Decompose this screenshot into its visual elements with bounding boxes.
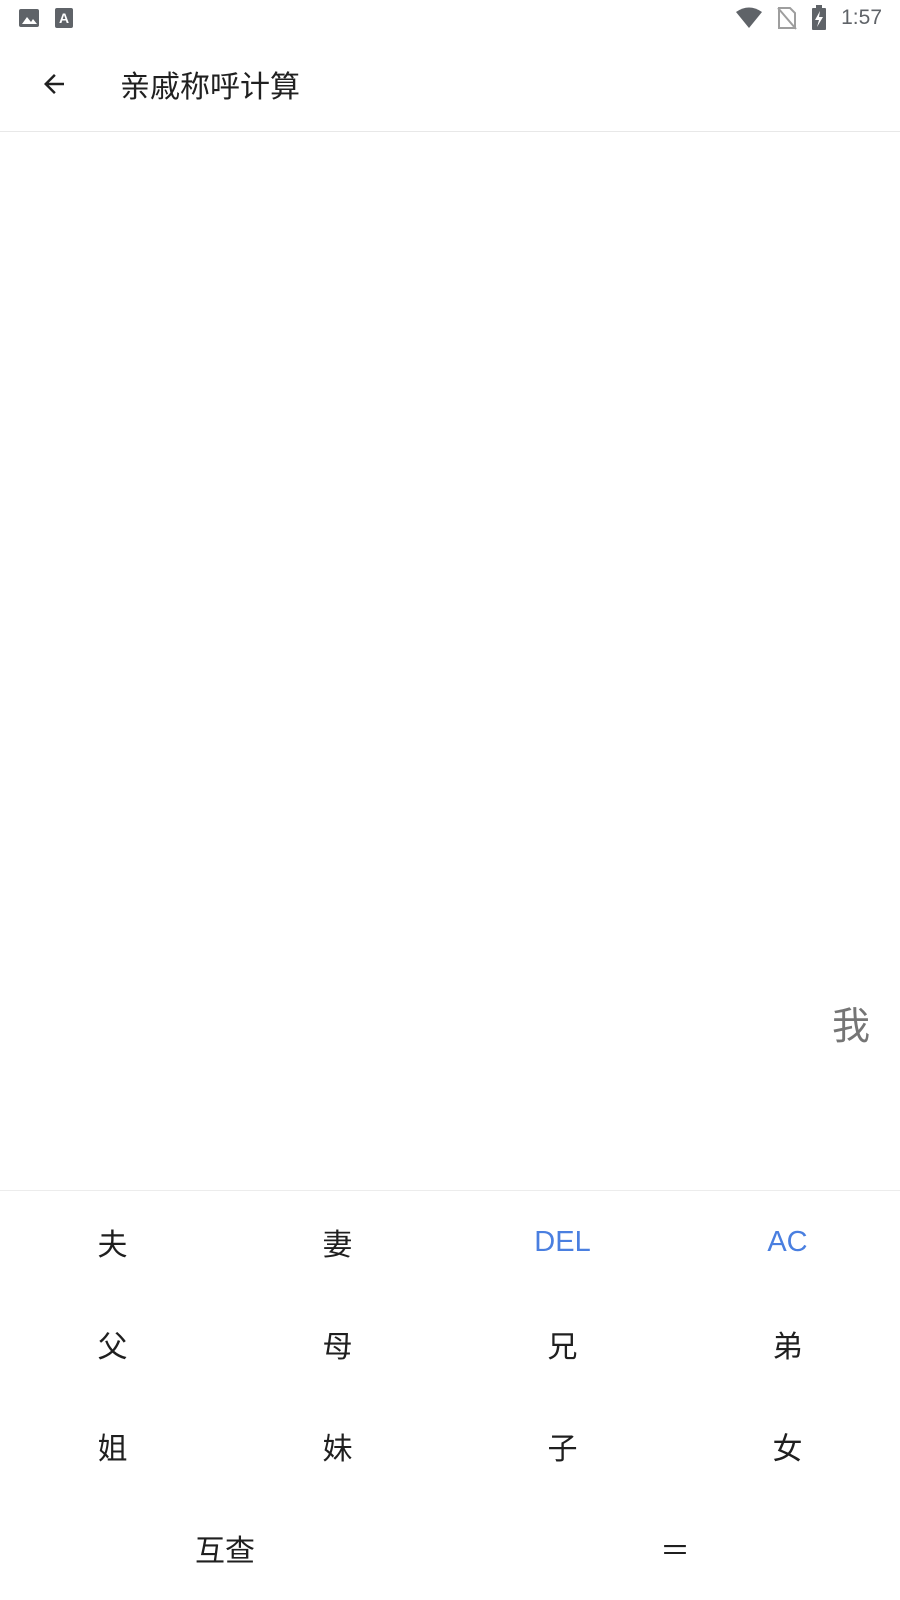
keypad-row-3: 姐 妹 子 女	[0, 1395, 900, 1497]
status-time: 1:57	[841, 6, 882, 29]
key-wife[interactable]: 妻	[225, 1191, 450, 1293]
clear-all-button[interactable]: AC	[675, 1191, 900, 1293]
display-area: 我	[0, 132, 900, 1190]
keypad-row-2: 父 母 兄 弟	[0, 1293, 900, 1395]
arrow-left-icon	[39, 69, 69, 99]
key-elder-sister[interactable]: 姐	[0, 1395, 225, 1497]
keypad-row-1: 夫 妻 DEL AC	[0, 1191, 900, 1293]
screen: A 1:57 亲戚称呼计算 我 夫 妻 DEL AC 父 母 兄 弟 姐 妹 子…	[0, 0, 900, 1600]
battery-charging-icon	[811, 5, 827, 31]
key-younger-sister[interactable]: 妹	[225, 1395, 450, 1497]
key-younger-brother[interactable]: 弟	[675, 1293, 900, 1395]
keypad-row-4: 互查 ＝	[0, 1497, 900, 1599]
svg-text:A: A	[59, 10, 69, 26]
status-bar: A 1:57	[0, 0, 900, 36]
expression-display: 我	[831, 1004, 870, 1048]
key-daughter[interactable]: 女	[675, 1395, 900, 1497]
key-mother[interactable]: 母	[225, 1293, 450, 1395]
status-left: A	[18, 7, 74, 29]
key-father[interactable]: 父	[0, 1293, 225, 1395]
text-a-icon: A	[54, 7, 74, 29]
keypad: 夫 妻 DEL AC 父 母 兄 弟 姐 妹 子 女 互查 ＝	[0, 1190, 900, 1600]
app-bar: 亲戚称呼计算	[0, 36, 900, 132]
key-son[interactable]: 子	[450, 1395, 675, 1497]
no-sim-icon	[777, 6, 797, 30]
equals-button[interactable]: ＝	[450, 1497, 900, 1599]
key-husband[interactable]: 夫	[0, 1191, 225, 1293]
wifi-icon	[735, 7, 763, 29]
delete-button[interactable]: DEL	[450, 1191, 675, 1293]
key-elder-brother[interactable]: 兄	[450, 1293, 675, 1395]
mutual-lookup-button[interactable]: 互查	[0, 1497, 450, 1599]
back-button[interactable]	[26, 56, 82, 112]
image-icon	[18, 7, 40, 29]
page-title: 亲戚称呼计算	[120, 69, 300, 105]
status-right: 1:57	[735, 5, 882, 31]
